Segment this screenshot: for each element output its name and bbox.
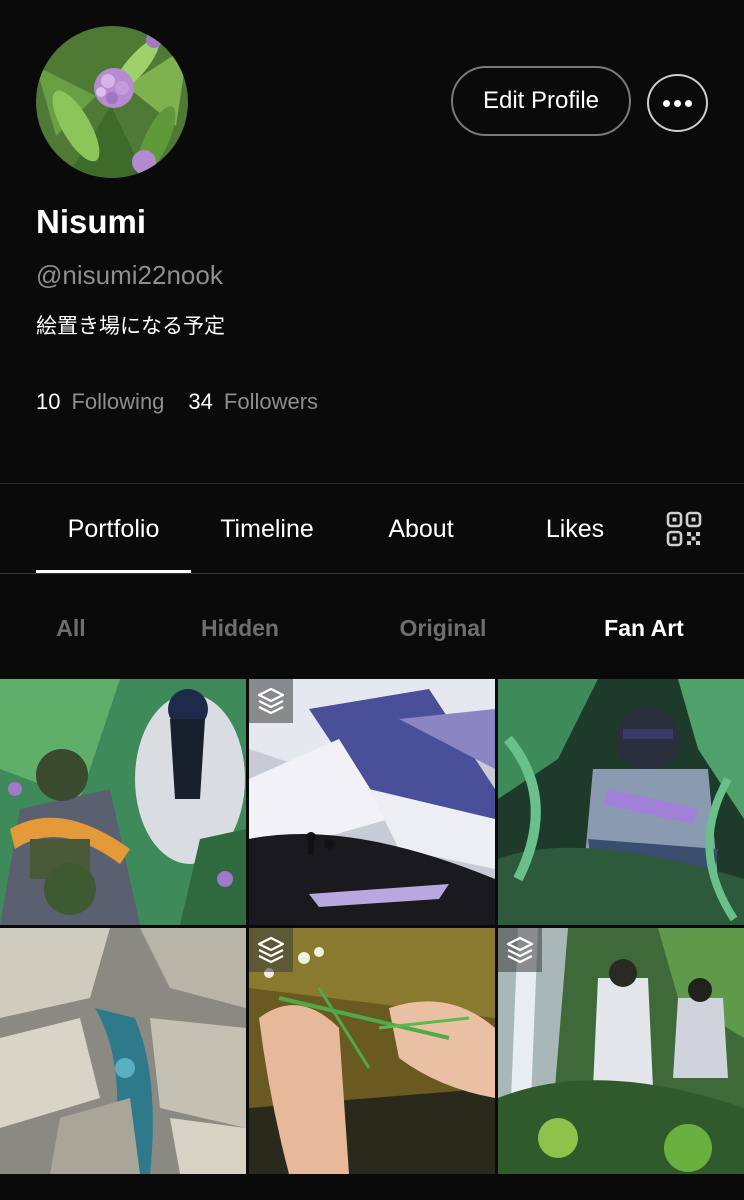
divider — [0, 573, 744, 574]
artwork-thumbnail[interactable] — [498, 679, 744, 925]
qr-code-icon[interactable] — [666, 511, 702, 547]
profile-bio: 絵置き場になる予定 — [36, 314, 225, 338]
profile-name: Nisumi — [36, 203, 147, 240]
artwork-thumbnail[interactable] — [249, 928, 495, 1174]
multiple-images-icon — [249, 928, 293, 972]
following-label[interactable]: Following — [71, 389, 164, 415]
filter-all[interactable]: All — [22, 590, 120, 666]
multiple-images-icon — [249, 679, 293, 723]
edit-profile-button[interactable]: Edit Profile — [451, 66, 631, 136]
artwork-thumbnail[interactable] — [249, 679, 495, 925]
more-options-button[interactable] — [647, 74, 708, 132]
following-count[interactable]: 10 — [36, 389, 60, 415]
tab-portfolio[interactable]: Portfolio — [36, 484, 191, 574]
filter-original[interactable]: Original — [378, 590, 508, 666]
category-filters: All Hidden Original Fan Art — [0, 590, 744, 666]
profile-handle: @nisumi22nook — [36, 260, 223, 290]
tab-likes[interactable]: Likes — [499, 484, 651, 574]
portfolio-grid — [0, 679, 744, 1175]
avatar[interactable] — [36, 26, 188, 178]
filter-hidden[interactable]: Hidden — [180, 590, 300, 666]
followers-count[interactable]: 34 — [188, 389, 212, 415]
tab-about[interactable]: About — [345, 484, 497, 574]
tab-timeline[interactable]: Timeline — [191, 484, 343, 574]
multiple-images-icon — [498, 928, 542, 972]
filter-fan-art[interactable]: Fan Art — [584, 590, 704, 666]
followers-label[interactable]: Followers — [224, 389, 318, 415]
more-horizontal-icon — [663, 99, 670, 107]
profile-stats: 10 Following 34 Followers — [36, 389, 342, 415]
artwork-thumbnail[interactable] — [0, 679, 246, 925]
artwork-thumbnail[interactable] — [0, 928, 246, 1174]
profile-tabs: Portfolio Timeline About Likes — [0, 484, 744, 574]
artwork-thumbnail[interactable] — [498, 928, 744, 1174]
